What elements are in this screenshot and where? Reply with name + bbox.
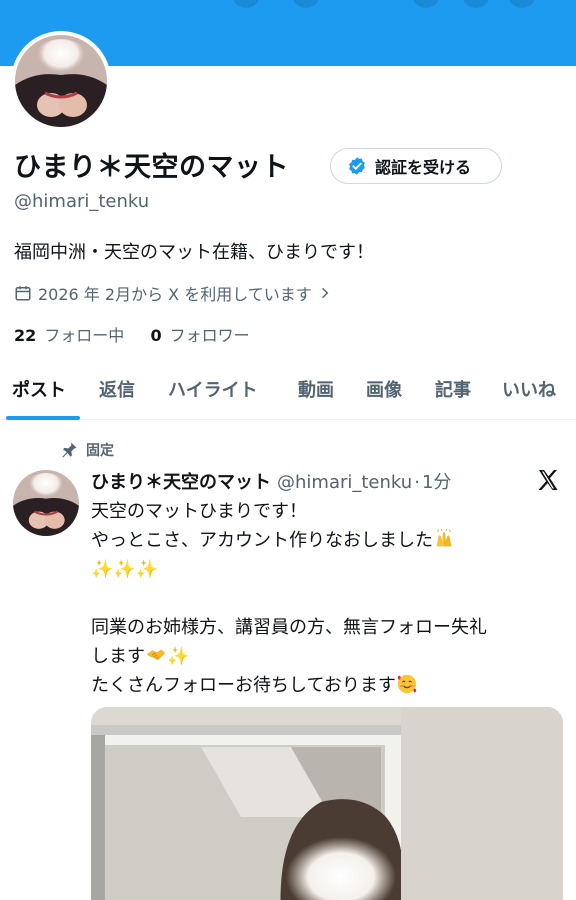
profile-tabs: ポスト 返信 ハイライト 動画 画像 記事 いいね [0, 364, 576, 420]
smiling-hearts-emoji [397, 674, 417, 694]
post-line: たくさんフォローお待ちしております [91, 675, 396, 696]
verified-badge-icon [349, 157, 365, 175]
post-text: 天空のマットひまりです！ やっとこさ、アカウント作りなおしました ✨✨✨ 同業の… [91, 497, 561, 700]
get-verified-button[interactable]: 認証を受ける [330, 148, 502, 184]
post-line-with-emoji: します ✨ [91, 642, 561, 671]
banner-decoration [412, 0, 440, 8]
tab-images[interactable]: 画像 [366, 376, 402, 402]
tab-highlights[interactable]: ハイライト [168, 376, 258, 402]
following-link[interactable]: 22 フォロー中 [14, 326, 124, 345]
followers-label: フォロワー [169, 326, 250, 345]
banner-decoration [462, 0, 490, 8]
active-tab-indicator [6, 416, 80, 420]
raised-hands-emoji [436, 528, 452, 547]
get-verified-label: 認証を受ける [375, 158, 472, 177]
following-label: フォロー中 [44, 326, 125, 345]
x-logo-icon [538, 470, 558, 490]
following-count: 22 [14, 326, 37, 345]
sparkles-emoji: ✨ [167, 646, 190, 667]
banner-decoration [508, 0, 536, 8]
post-line-with-emoji: たくさんフォローお待ちしております [91, 671, 561, 700]
post-author-handle[interactable]: @himari_tenku [277, 472, 412, 493]
post-header: ひまり＊天空のマット @himari_tenku · 1分 [91, 468, 451, 494]
pin-icon [62, 442, 77, 458]
sparkles-emoji: ✨✨✨ [91, 559, 159, 580]
profile-avatar[interactable] [11, 31, 111, 131]
banner-decoration [232, 0, 260, 8]
post-author-avatar[interactable] [13, 470, 79, 536]
post-line: 天空のマットひまりです！ [91, 501, 307, 522]
post-photo [91, 707, 563, 900]
avatar-photo [15, 35, 107, 127]
post-media-image[interactable] [91, 707, 563, 900]
joined-date[interactable]: 2026 年 2月から X を利用しています [14, 281, 338, 305]
post-author-name[interactable]: ひまり＊天空のマット [91, 472, 271, 493]
tab-likes[interactable]: いいね [502, 376, 556, 402]
handshake-emoji [146, 649, 166, 660]
pinned-indicator: 固定 [60, 440, 114, 460]
post-time[interactable]: 1分 [422, 472, 451, 493]
tab-videos[interactable]: 動画 [298, 376, 334, 402]
tab-articles[interactable]: 記事 [435, 376, 471, 402]
post-separator: · [414, 472, 420, 493]
post-line: します [91, 646, 145, 667]
post-line: やっとこさ、アカウント作りなおしました [91, 530, 433, 551]
tab-posts[interactable]: ポスト [12, 376, 66, 402]
banner-decoration [292, 0, 320, 8]
follow-stats: 22 フォロー中 0 フォロワー [14, 322, 250, 346]
tab-replies[interactable]: 返信 [99, 376, 135, 402]
followers-count: 0 [150, 326, 162, 345]
followers-link[interactable]: 0 フォロワー [150, 326, 249, 345]
display-name: ひまり＊天空のマット [14, 152, 289, 183]
profile-bio: 福岡中洲・天空のマット在籍、ひまりです！ [14, 242, 374, 263]
chevron-right-icon [321, 287, 329, 299]
pinned-label: 固定 [86, 443, 114, 459]
joined-text: 2026 年 2月から X を利用しています [38, 285, 312, 304]
profile-handle: @himari_tenku [14, 191, 150, 212]
post-avatar-photo [13, 470, 79, 536]
post-line-with-emoji: やっとこさ、アカウント作りなおしました [91, 526, 561, 555]
post-line: 同業のお姉様方、講習員の方、無言フォロー失礼 [91, 617, 487, 638]
calendar-icon [15, 286, 31, 301]
